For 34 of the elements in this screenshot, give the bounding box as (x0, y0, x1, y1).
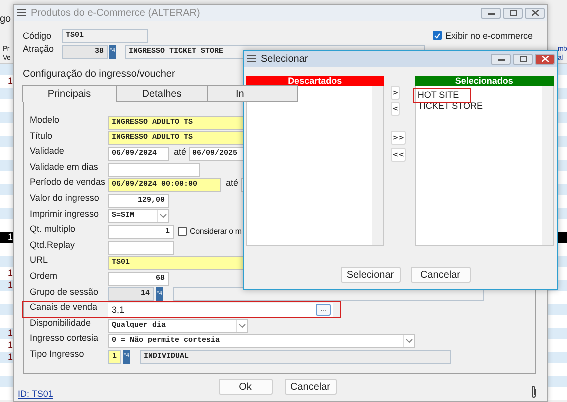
field-label: Atração (23, 44, 56, 54)
field-label: Qtd.Replay (30, 240, 76, 251)
table-cell-text: 1 (6, 268, 13, 279)
field-label: Ordem (30, 270, 59, 282)
table-cell-text: 1 (6, 76, 13, 87)
field-label: Grupo de sessão (30, 286, 100, 298)
table-cell-text: 1 (6, 328, 13, 339)
table-cell-text: 1 (6, 232, 13, 243)
field-label: URL (30, 255, 50, 266)
list-header: Descartados (246, 76, 384, 86)
field-label: Validade em dias (30, 162, 100, 173)
table-cell-text: 1 (6, 352, 13, 363)
field-label: Modelo (30, 115, 61, 126)
field-label: Período de vendas (30, 177, 107, 188)
range-label: até (226, 178, 239, 188)
field-label: Canais de venda (30, 302, 99, 314)
field-label: Imprimir ingresso (30, 208, 100, 220)
field-label: Ingresso cortesia (30, 333, 100, 344)
checkbox-label: Considerar o m (190, 227, 242, 236)
field-label: Qt. multiplo (30, 224, 77, 236)
field-label: Validade (30, 146, 66, 158)
field-label: Disponibilidade (30, 318, 92, 329)
field-label: Valor do ingresso (30, 192, 100, 204)
field-label: go (0, 14, 12, 25)
field-label: Título (30, 130, 54, 142)
checkbox-label: Exibir no e-commerce (445, 30, 533, 40)
table-cell-text: 1 (6, 340, 13, 351)
window-title: Produtos do e-Commerce (ALTERAR) (31, 8, 200, 18)
range-label: até (174, 146, 187, 157)
field-label: Código (23, 30, 53, 40)
dialog-title: Selecionar (261, 54, 308, 64)
field-label: Tipo Ingresso (30, 348, 86, 360)
table-cell-text: 1 (6, 280, 13, 291)
list-header: Selecionados (414, 76, 554, 86)
